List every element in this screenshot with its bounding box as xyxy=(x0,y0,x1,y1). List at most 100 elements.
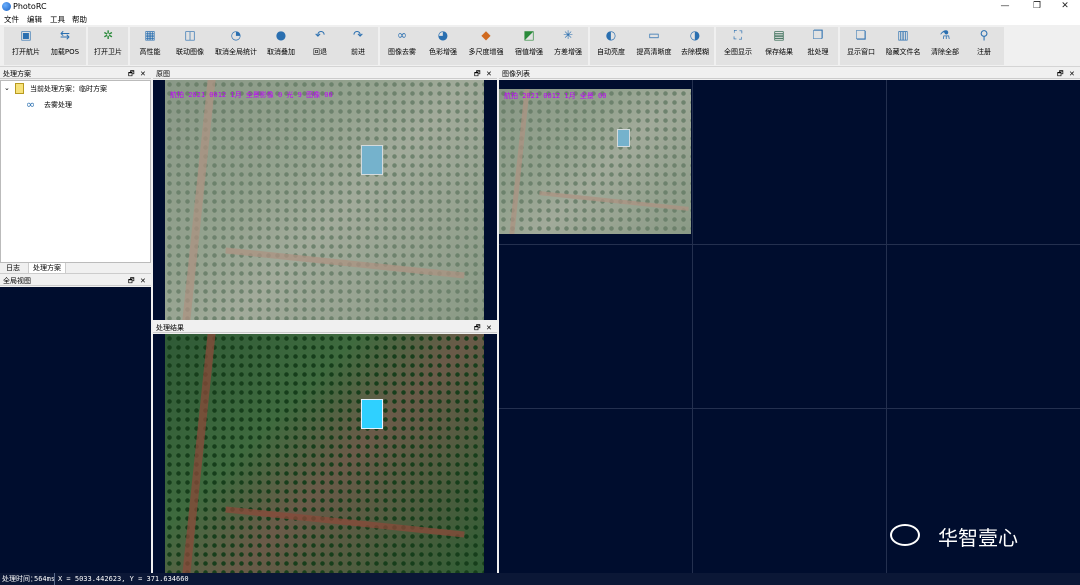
redo-button[interactable]: ↷ 前进 xyxy=(340,25,376,63)
load-pos-button[interactable]: ⇆ 加载POS xyxy=(46,25,84,63)
scheme-tree: ⌄ 当前处理方案：临时方案 ∞ 去雾处理 xyxy=(0,80,151,263)
threshold-icon: ◩ xyxy=(523,28,535,42)
redo-icon: ↷ xyxy=(352,28,364,42)
performance-icon: ▦ xyxy=(144,28,156,42)
dehaze-icon: ∞ xyxy=(397,28,407,42)
hide-filename-button[interactable]: ▥ 隐藏文件名 xyxy=(882,25,924,63)
deblur-icon: ◑ xyxy=(689,28,701,42)
close-panel-icon[interactable]: ✕ xyxy=(140,69,146,79)
float-panel-icon[interactable]: 🗗 xyxy=(474,323,481,333)
close-panel-icon[interactable]: ✕ xyxy=(486,69,492,79)
dehaze-button[interactable]: ∞ 图像去雾 xyxy=(382,25,422,63)
minimize-button[interactable]: — xyxy=(990,0,1020,13)
grid-divider xyxy=(692,80,693,573)
grid-divider xyxy=(886,80,887,573)
performance-button[interactable]: ▦ 高性能 xyxy=(132,25,168,63)
wechat-icon xyxy=(890,524,920,546)
tab-scheme[interactable]: 处理方案 xyxy=(28,263,66,274)
show-window-button[interactable]: ❏ 显示窗口 xyxy=(842,25,880,63)
float-panel-icon[interactable]: 🗗 xyxy=(474,69,481,79)
imagelist-thumbnail[interactable]: 航拍 2021 0012 1月 全景 00 xyxy=(499,89,691,234)
open-satellite-button[interactable]: ✲ 打开卫片 xyxy=(89,25,127,63)
undo-icon: ↶ xyxy=(314,28,326,42)
clear-all-button[interactable]: ⚗ 清除全部 xyxy=(926,25,964,63)
close-button[interactable]: ✕ xyxy=(1050,0,1080,13)
auto-brightness-button[interactable]: ◐ 自动亮度 xyxy=(592,25,630,63)
show-window-icon: ❏ xyxy=(855,28,867,42)
float-panel-icon[interactable]: 🗗 xyxy=(1057,69,1064,79)
original-photo: 航拍 2021 0012 1月 全景影像 0 光 9 图像 00 xyxy=(165,80,484,320)
sharpen-button[interactable]: ▭ 提高清晰度 xyxy=(632,25,676,63)
haze-layer xyxy=(499,89,691,234)
global-stats-button[interactable]: ◔ 取消全局统计 xyxy=(212,25,260,63)
menu-tools[interactable]: 工具 xyxy=(50,14,65,25)
global-stats-icon: ◔ xyxy=(230,28,242,42)
original-panel-title: 原图 🗗 ✕ xyxy=(153,69,497,79)
deblur-button[interactable]: ◑ 去除模糊 xyxy=(676,25,714,63)
imagelist-panel-title: 图像列表 🗗 ✕ xyxy=(499,69,1080,79)
variance-button[interactable]: ✳ 方差增强 xyxy=(550,25,586,63)
overview-canvas[interactable] xyxy=(0,287,151,573)
multiscale-button[interactable]: ◆ 多尺度增强 xyxy=(464,25,508,63)
multiscale-icon: ◆ xyxy=(481,28,491,42)
app-title: PhotoRC xyxy=(13,2,47,11)
float-panel-icon[interactable]: 🗗 xyxy=(128,69,135,79)
imagelist-canvas[interactable]: 航拍 2021 0012 1月 全景 00 xyxy=(499,80,1080,573)
register-icon: ⚲ xyxy=(979,28,989,42)
overlay-icon: ● xyxy=(275,28,287,42)
overview-panel-title: 全局视图 🗗 ✕ xyxy=(0,276,151,286)
fit-view-icon: ⛶ xyxy=(733,28,743,42)
overlay-button[interactable]: ● 取消叠加 xyxy=(262,25,300,63)
tab-log[interactable]: 日志 xyxy=(2,263,24,274)
menu-edit[interactable]: 编辑 xyxy=(27,14,42,25)
tree-root-label[interactable]: 当前处理方案：临时方案 xyxy=(30,84,107,94)
image-info-overlay: 航拍 2021 0012 1月 全景影像 0 光 9 图像 00 xyxy=(170,91,333,99)
sharpen-icon: ▭ xyxy=(648,28,660,42)
batch-button[interactable]: ❐ 批处理 xyxy=(800,25,836,63)
undo-button[interactable]: ↶ 回退 xyxy=(302,25,338,63)
close-panel-icon[interactable]: ✕ xyxy=(1069,69,1075,79)
grid-divider xyxy=(499,408,1080,409)
load-pos-icon: ⇆ xyxy=(59,28,71,42)
status-time-value: 564ms xyxy=(34,575,56,583)
status-bar: 处理时间： 564ms X = 5033.442623, Y = 371.634… xyxy=(0,573,1080,585)
menu-file[interactable]: 文件 xyxy=(4,14,19,25)
open-photo-icon: ▣ xyxy=(20,28,32,42)
close-panel-icon[interactable]: ✕ xyxy=(486,323,492,333)
color-enhance-button[interactable]: ◕ 色彩增强 xyxy=(424,25,462,63)
menu-bar: 文件 编辑 工具 帮助 xyxy=(0,13,1080,25)
open-photo-button[interactable]: ▣ 打开航片 xyxy=(8,25,44,63)
color-enhance-icon: ◕ xyxy=(437,28,449,42)
fit-view-button[interactable]: ⛶ 全图显示 xyxy=(718,25,758,63)
scheme-doc-icon xyxy=(15,83,24,94)
result-photo xyxy=(165,334,484,573)
float-panel-icon[interactable]: 🗗 xyxy=(128,276,135,286)
original-canvas[interactable]: 航拍 2021 0012 1月 全景影像 0 光 9 图像 00 xyxy=(153,80,497,320)
haze-layer xyxy=(165,80,484,320)
expand-arrow-icon[interactable]: ⌄ xyxy=(4,84,10,92)
link-images-icon: ◫ xyxy=(184,28,196,42)
save-button[interactable]: ▤ 保存结果 xyxy=(760,25,798,63)
auto-brightness-icon: ◐ xyxy=(605,28,617,42)
status-coords: X = 5033.442623, Y = 371.634660 xyxy=(54,573,189,585)
title-bar: PhotoRC — ❐ ✕ xyxy=(0,0,1080,13)
result-canvas[interactable] xyxy=(153,334,497,573)
toolbar: ▣ 打开航片 ⇆ 加载POS ✲ 打开卫片 ▦ 高性能 ◫ 联动图像 ◔ 取消全局统计 ● 取… xyxy=(0,25,1080,67)
threshold-button[interactable]: ◩ 宿值增强 xyxy=(510,25,548,63)
link-images-button[interactable]: ◫ 联动图像 xyxy=(170,25,210,63)
left-tabs: 日志 处理方案 xyxy=(0,263,151,274)
orchard-texture xyxy=(165,334,484,573)
watermark-text: 华智壹心 xyxy=(938,526,1018,550)
result-panel-title: 处理结果 🗗 ✕ xyxy=(153,323,497,333)
menu-help[interactable]: 帮助 xyxy=(72,14,87,25)
building-roof xyxy=(361,399,383,429)
app-logo-icon xyxy=(2,2,11,11)
open-satellite-icon: ✲ xyxy=(102,28,114,42)
close-panel-icon[interactable]: ✕ xyxy=(140,276,146,286)
scheme-panel-title: 处理方案 🗗 ✕ xyxy=(0,69,151,79)
thumbnail-info-overlay: 航拍 2021 0012 1月 全景 00 xyxy=(504,92,607,100)
batch-icon: ❐ xyxy=(812,28,824,42)
maximize-button[interactable]: ❐ xyxy=(1022,0,1052,13)
register-button[interactable]: ⚲ 注册 xyxy=(966,25,1002,63)
tree-child-label[interactable]: 去雾处理 xyxy=(44,100,72,110)
